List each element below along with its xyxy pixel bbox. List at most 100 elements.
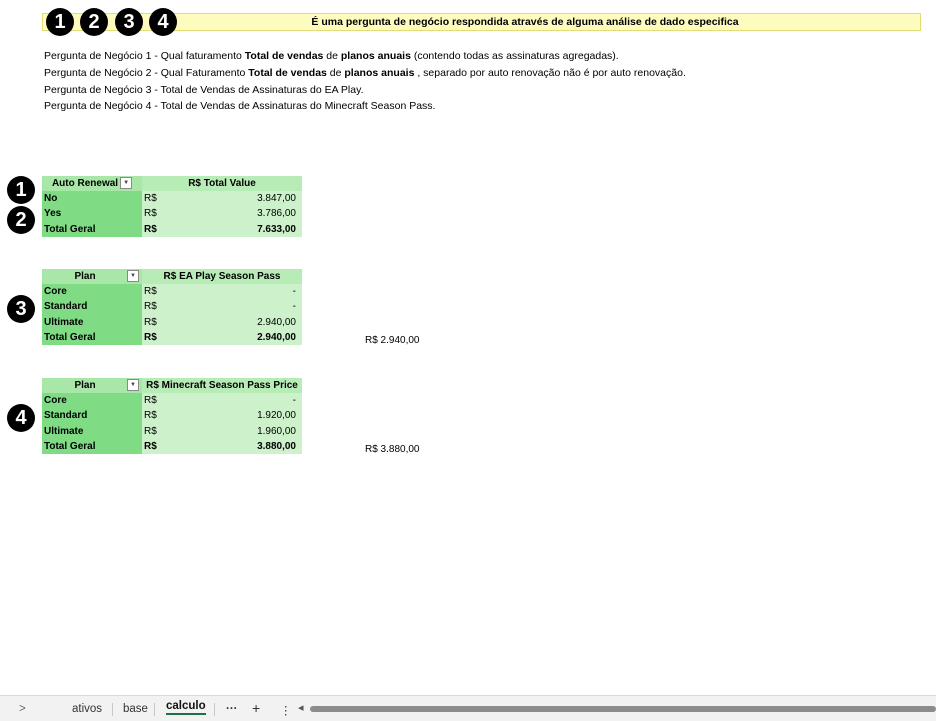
row-label[interactable]: Total Geral xyxy=(42,221,142,238)
question-1-bold-1: Total de vendas xyxy=(244,50,324,62)
side-badge-4: 4 xyxy=(7,404,35,432)
table-row[interactable]: Standard R$ 1.920,00 xyxy=(42,408,302,424)
row-value[interactable]: R$ 3.880,00 xyxy=(142,439,302,455)
row-value[interactable]: R$ 2.940,00 xyxy=(142,314,302,331)
row-value[interactable]: R$ 2.940,00 xyxy=(142,330,302,346)
question-4: Pergunta de Negócio 4 - Total de Vendas … xyxy=(44,100,436,112)
sheet-menu-icon[interactable]: ⋮ xyxy=(280,703,292,717)
amount: 1.960,00 xyxy=(257,425,296,437)
amount: 7.633,00 xyxy=(257,223,296,235)
pivot-table-minecraft[interactable]: Plan ▼ R$ Minecraft Season Pass Price Cor… xyxy=(42,378,302,455)
pivot-header-auto-renewal[interactable]: Auto Renewal ▼ xyxy=(42,176,142,192)
row-value[interactable]: R$ 1.920,00 xyxy=(142,408,302,424)
question-1-bold-2: planos anuais xyxy=(340,50,411,62)
scroll-left-icon[interactable]: ◂ xyxy=(298,701,304,714)
pivot-header-plan[interactable]: Plan ▼ xyxy=(42,378,142,394)
amount: - xyxy=(292,285,296,297)
tab-divider xyxy=(154,703,155,716)
side-badge-1: 1 xyxy=(7,176,35,204)
row-label[interactable]: Standard xyxy=(42,299,142,315)
question-1-text-d: (contendo todas as assinaturas agregadas… xyxy=(410,50,619,62)
currency-symbol: R$ xyxy=(144,208,157,220)
currency-symbol: R$ xyxy=(144,316,157,328)
currency-symbol: R$ xyxy=(144,425,157,437)
tab-divider xyxy=(112,703,113,716)
row-label[interactable]: Yes xyxy=(42,206,142,222)
amount: 3.786,00 xyxy=(257,208,296,220)
row-label[interactable]: Core xyxy=(42,284,142,300)
banner-text: É uma pergunta de negócio respondida atr… xyxy=(311,16,739,28)
currency-symbol: R$ xyxy=(144,301,157,313)
pivot-header-label: Plan xyxy=(74,379,96,391)
currency-symbol: R$ xyxy=(144,410,157,422)
row-value[interactable]: R$ - xyxy=(142,299,302,315)
filter-dropdown-icon[interactable]: ▼ xyxy=(127,379,139,391)
amount: - xyxy=(292,301,296,313)
table-row[interactable]: Standard R$ - xyxy=(42,299,302,315)
row-value[interactable]: R$ - xyxy=(142,284,302,300)
question-1-text-c: de xyxy=(323,50,341,62)
pivot-header-label: Auto Renewal xyxy=(51,177,119,189)
add-sheet-button[interactable]: + xyxy=(252,700,260,716)
row-value[interactable]: R$ 3.786,00 xyxy=(142,206,302,222)
row-label[interactable]: Ultimate xyxy=(42,314,142,331)
table-row[interactable]: Core R$ - xyxy=(42,393,302,409)
side-badge-2: 2 xyxy=(7,206,35,234)
sheet-tab-base[interactable]: base xyxy=(123,703,148,715)
amount: 2.940,00 xyxy=(257,316,296,328)
amount: - xyxy=(292,394,296,406)
badge-4: 4 xyxy=(149,8,177,36)
pivot-header-ea-play: R$ EA Play Season Pass xyxy=(142,269,302,285)
total-row[interactable]: Total Geral R$ 7.633,00 xyxy=(42,221,302,238)
ea-play-total-cell[interactable]: R$ 2.940,00 xyxy=(365,335,420,346)
pivot-table-ea-play[interactable]: Plan ▼ R$ EA Play Season Pass Core R$ - St… xyxy=(42,269,302,346)
row-value[interactable]: R$ 7.633,00 xyxy=(142,221,302,238)
currency-symbol: R$ xyxy=(144,192,157,204)
table-row[interactable]: No R$ 3.847,00 xyxy=(42,191,302,207)
sheet-tab-calculo[interactable]: calculo xyxy=(166,700,206,715)
pivot-header-minecraft: R$ Minecraft Season Pass Price xyxy=(142,378,302,394)
row-label[interactable]: No xyxy=(42,191,142,207)
badge-2: 2 xyxy=(80,8,108,36)
question-1-text-a: Pergunta de Negócio 1 - Qual faturamento xyxy=(44,50,245,62)
amount: 3.847,00 xyxy=(257,192,296,204)
currency-symbol: R$ xyxy=(144,285,157,297)
question-2-text-a: Pergunta de Negócio 2 - Qual Faturamento xyxy=(44,67,249,79)
horizontal-scrollbar[interactable] xyxy=(310,706,936,712)
badge-3: 3 xyxy=(115,8,143,36)
currency-symbol: R$ xyxy=(144,394,157,406)
table-row[interactable]: Ultimate R$ 2.940,00 xyxy=(42,314,302,331)
more-sheets-icon[interactable]: ··· xyxy=(226,703,238,715)
question-2: Pergunta de Negócio 2 - Qual Faturamento… xyxy=(44,66,686,80)
pivot-header-plan[interactable]: Plan ▼ xyxy=(42,269,142,285)
question-1: Pergunta de Negócio 1 - Qual faturamento… xyxy=(44,49,619,63)
row-label[interactable]: Total Geral xyxy=(42,439,142,455)
amount: 3.880,00 xyxy=(257,440,296,452)
row-label[interactable]: Standard xyxy=(42,408,142,424)
sheet-tab-ativos[interactable]: ativos xyxy=(72,703,102,715)
pivot-header-total-value: R$ Total Value xyxy=(142,176,302,192)
sheet-tab-bar: > ativos base calculo ··· + ⋮ ◂ xyxy=(0,695,936,721)
pivot-table-auto-renewal[interactable]: Auto Renewal ▼ R$ Total Value No R$ 3.847,… xyxy=(42,176,302,238)
total-row[interactable]: Total Geral R$ 2.940,00 xyxy=(42,330,302,346)
filter-dropdown-icon[interactable]: ▼ xyxy=(127,270,139,282)
question-2-bold-2: planos anuais xyxy=(344,67,415,79)
row-label[interactable]: Total Geral xyxy=(42,330,142,346)
row-label[interactable]: Ultimate xyxy=(42,423,142,440)
currency-symbol: R$ xyxy=(144,440,157,452)
minecraft-total-cell[interactable]: R$ 3.880,00 xyxy=(365,444,420,455)
total-row[interactable]: Total Geral R$ 3.880,00 xyxy=(42,439,302,455)
row-value[interactable]: R$ 1.960,00 xyxy=(142,423,302,440)
sheet-nav-chevron-icon[interactable]: > xyxy=(19,703,26,715)
table-row[interactable]: Yes R$ 3.786,00 xyxy=(42,206,302,222)
badge-1: 1 xyxy=(46,8,74,36)
table-row[interactable]: Core R$ - xyxy=(42,284,302,300)
row-value[interactable]: R$ 3.847,00 xyxy=(142,191,302,207)
pivot-header-label: Plan xyxy=(74,270,96,282)
question-2-text-d: , separado por auto renovação não é por … xyxy=(414,67,686,79)
table-row[interactable]: Ultimate R$ 1.960,00 xyxy=(42,423,302,440)
side-badge-3: 3 xyxy=(7,295,35,323)
filter-dropdown-icon[interactable]: ▼ xyxy=(120,177,133,189)
row-value[interactable]: R$ - xyxy=(142,393,302,409)
row-label[interactable]: Core xyxy=(42,393,142,409)
